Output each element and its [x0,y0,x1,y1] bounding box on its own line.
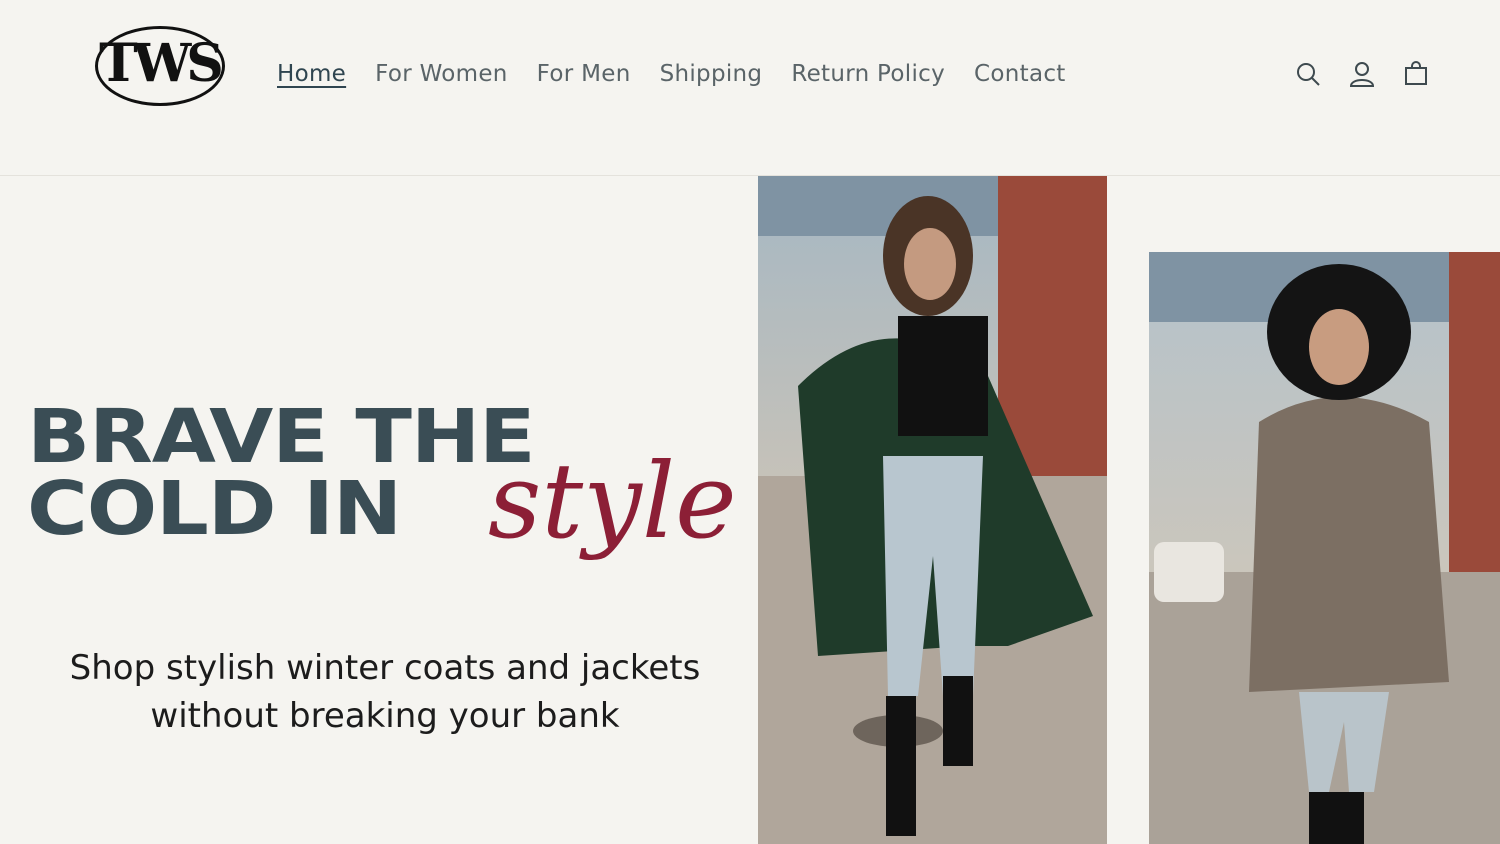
tagline-line-1: Shop stylish winter coats and jackets [69,648,701,688]
cart-icon[interactable] [1400,58,1432,90]
headline-line-2: COLD IN [27,466,402,552]
nav-home[interactable]: Home [277,58,346,90]
headline-script-word: style [488,440,737,562]
account-icon[interactable] [1346,58,1378,90]
tagline-line-2: without breaking your bank [150,696,620,736]
photo-taupe-parka-illustration [1149,252,1500,844]
header-icons [1292,58,1454,90]
hero-text-panel: BRAVE THE COLD IN style Shop stylish win… [0,176,758,844]
tws-logo[interactable]: TWS [93,24,225,106]
nav-for-women[interactable]: For Women [375,58,508,90]
hero-photo-taupe-parka [1149,252,1500,844]
hero-photo-green-coat [758,176,1107,844]
photo-green-coat-illustration [758,176,1107,844]
nav-contact[interactable]: Contact [974,58,1066,90]
site-header: TWS Home For Women For Men Shipping Retu… [0,0,1500,176]
main-nav: Home For Women For Men Shipping Return P… [277,58,1095,90]
hero-tagline: Shop stylish winter coats and jackets wi… [40,644,730,740]
nav-return-policy[interactable]: Return Policy [791,58,945,90]
nav-for-men[interactable]: For Men [537,58,631,90]
headline-line-1: BRAVE THE [27,394,536,480]
search-icon[interactable] [1292,58,1324,90]
logo-text: TWS [99,33,224,94]
hero-headline: BRAVE THE COLD IN [27,394,536,552]
nav-shipping[interactable]: Shipping [660,58,763,90]
